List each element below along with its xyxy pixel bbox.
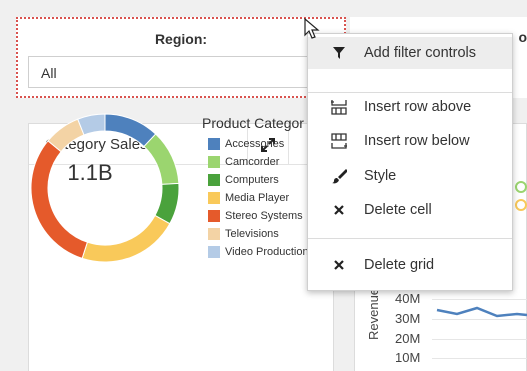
menu-item-label: Insert row above <box>364 99 472 115</box>
legend-item: Televisions <box>208 225 309 243</box>
category-donut-chart <box>30 113 180 263</box>
y-tick: 40M <box>395 291 421 306</box>
legend-swatch <box>208 192 220 204</box>
donut-center-value: 1.1B <box>67 160 113 185</box>
legend-swatch <box>208 138 220 150</box>
region-select[interactable]: All <box>28 56 336 88</box>
menu-item-label: Delete cell <box>364 202 432 218</box>
legend-item: Computers <box>208 171 309 189</box>
delete-icon <box>330 256 348 274</box>
y-tick: 10M <box>395 350 421 365</box>
menu-item-delete-grid[interactable]: Delete grid <box>308 249 512 281</box>
delete-icon <box>330 201 348 219</box>
brush-icon <box>330 167 348 185</box>
legend-swatch <box>208 246 220 258</box>
legend-label: Stereo Systems <box>225 210 303 222</box>
legend-marker <box>515 199 527 211</box>
legend-label: Accessories <box>225 138 285 150</box>
filter-icon <box>330 44 348 62</box>
y-tick: 30M <box>395 311 421 326</box>
donut-slice <box>143 133 180 185</box>
legend-label: Video Production <box>225 246 309 258</box>
legend-label: Computers <box>225 174 279 186</box>
legend-swatch <box>208 174 220 186</box>
menu-item-add-filter-controls[interactable]: Add filter controls <box>308 37 512 69</box>
menu-item-label: Delete grid <box>364 257 435 273</box>
legend-item: Media Player <box>208 189 309 207</box>
menu-item-delete-cell[interactable]: Delete cell <box>308 194 512 226</box>
region-filter-label: Region: <box>154 31 208 47</box>
legend-title: Product Categor <box>202 115 304 131</box>
legend-item: Accessories <box>208 135 309 153</box>
legend-swatch <box>208 228 220 240</box>
insert-row-below-icon <box>330 132 348 150</box>
legend: Accessories Camcorder Computers Media Playe… <box>208 135 309 261</box>
menu-item-insert-row-below[interactable]: Insert row below <box>308 125 512 157</box>
gridline <box>432 358 527 359</box>
legend-swatch <box>208 210 220 222</box>
menu-item-label: Insert row below <box>364 133 470 149</box>
legend-item: Video Production <box>208 243 309 261</box>
insert-row-above-icon <box>330 98 348 116</box>
region-filter-cell[interactable]: Region: All <box>16 17 346 98</box>
menu-item-label: Add filter controls <box>364 45 477 61</box>
legend-swatch <box>208 156 220 168</box>
y-tick: 20M <box>395 331 421 346</box>
legend-label: Camcorder <box>225 156 280 168</box>
legend-item: Camcorder <box>208 153 309 171</box>
legend-marker <box>515 181 527 193</box>
y-axis-title: Revenue <box>366 287 381 340</box>
mouse-pointer-icon <box>304 18 320 39</box>
context-menu: Add filter controls Insert row above Ins… <box>307 33 513 291</box>
series-line <box>436 306 527 318</box>
donut-slice <box>81 214 171 263</box>
menu-item-insert-row-above[interactable]: Insert row above <box>308 91 512 123</box>
menu-separator <box>308 238 512 239</box>
legend-label: Media Player <box>225 192 290 204</box>
secondary-filter-label: o <box>518 29 527 45</box>
menu-item-label: Style <box>364 168 397 184</box>
legend-item: Stereo Systems <box>208 207 309 225</box>
legend-label: Televisions <box>225 228 279 240</box>
menu-item-style[interactable]: Style <box>308 160 512 192</box>
donut-slice <box>30 140 89 260</box>
